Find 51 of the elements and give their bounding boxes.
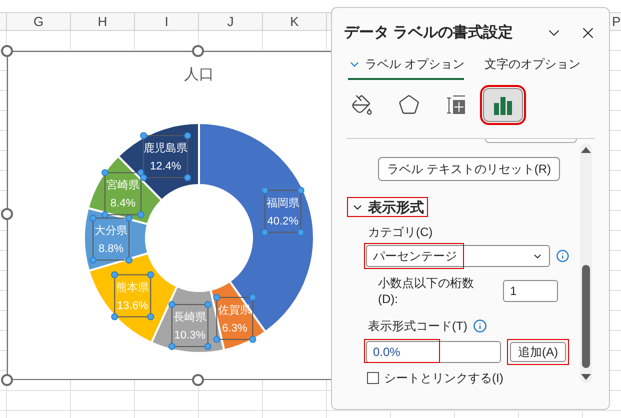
resize-handle[interactable] bbox=[1, 208, 13, 220]
info-icon[interactable] bbox=[473, 319, 488, 333]
resize-handle[interactable] bbox=[192, 45, 204, 57]
paint-bucket-icon bbox=[351, 94, 373, 116]
data-label: 13.6% bbox=[117, 300, 148, 312]
column-header[interactable]: H bbox=[98, 12, 108, 32]
decimal-places-input[interactable]: 1 bbox=[503, 280, 558, 302]
data-label: 12.4% bbox=[150, 160, 182, 173]
scroll-down-arrow[interactable] bbox=[581, 374, 591, 380]
resize-handle[interactable] bbox=[1, 374, 13, 386]
column-header[interactable]: I bbox=[164, 12, 168, 32]
resize-handle[interactable] bbox=[192, 374, 204, 386]
data-label: 40.2% bbox=[267, 215, 299, 228]
pentagon-icon bbox=[398, 94, 420, 116]
chart-title: 人口 bbox=[184, 65, 214, 85]
size-properties-icon bbox=[445, 94, 467, 116]
bar-chart-icon bbox=[492, 94, 514, 116]
format-tab[interactable] bbox=[483, 88, 523, 122]
reset-label-text-button[interactable]: ラベル テキストのリセット(R) bbox=[378, 157, 560, 181]
data-label[interactable]: 福岡県 40.2% bbox=[261, 186, 304, 236]
info-icon[interactable] bbox=[556, 249, 569, 263]
data-label: 8.8% bbox=[98, 243, 124, 256]
scroll-up-arrow[interactable] bbox=[581, 147, 591, 153]
slice-label: 宮崎県 bbox=[106, 178, 140, 192]
slice-label: 長崎県 bbox=[173, 310, 206, 324]
category-label: カテゴリ(C) bbox=[368, 224, 434, 241]
data-label[interactable]: 鹿児島県 12.4% bbox=[140, 132, 192, 182]
decimal-places-label: 小数点以下の桁数(D): bbox=[378, 275, 475, 307]
add-button[interactable]: 追加(A) bbox=[510, 342, 566, 362]
tab[interactable]: ラベル オプション bbox=[348, 55, 464, 80]
section-header[interactable]: 表示形式 bbox=[347, 197, 428, 217]
checkbox[interactable] bbox=[367, 372, 379, 384]
scrollbar-thumb[interactable] bbox=[582, 265, 590, 368]
data-label: 8.4% bbox=[110, 198, 136, 210]
column-header[interactable]: K bbox=[290, 12, 299, 32]
format-code-label: 表示形式コード(T) bbox=[368, 318, 468, 335]
column-header[interactable]: G bbox=[33, 12, 44, 32]
tab[interactable]: 文字のオプション bbox=[484, 55, 580, 80]
slice-label: 大分県 bbox=[94, 224, 128, 238]
pane-title: データ ラベルの書式設定 bbox=[344, 22, 514, 43]
resize-handle[interactable] bbox=[1, 45, 13, 57]
checkbox-label[interactable]: シートとリンクする(I) bbox=[384, 369, 504, 387]
slice-label: 鹿児島県 bbox=[144, 142, 188, 155]
column-header[interactable]: J bbox=[227, 12, 234, 32]
data-label: 6.3% bbox=[222, 322, 248, 334]
column-header[interactable]: P bbox=[612, 12, 621, 32]
slice-label: 熊本県 bbox=[116, 280, 150, 294]
category-dropdown[interactable]: パーセンテージ bbox=[366, 245, 550, 267]
format-code-input[interactable]: 0.0% bbox=[366, 341, 501, 363]
data-label: 10.3% bbox=[174, 330, 206, 342]
slice-label: 福岡県 bbox=[266, 196, 300, 210]
